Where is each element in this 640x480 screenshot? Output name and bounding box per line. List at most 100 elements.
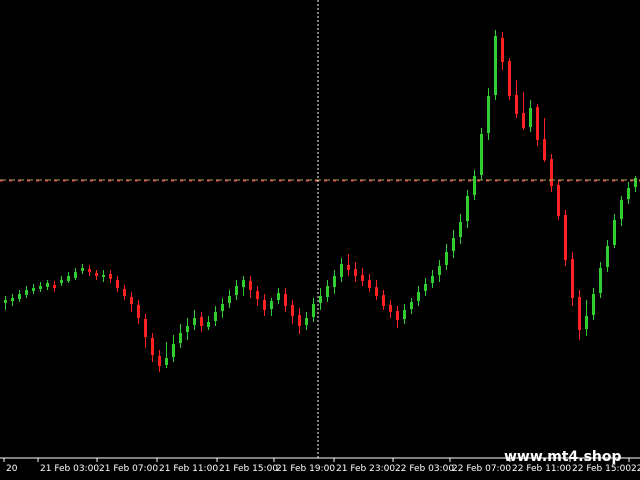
candle-body <box>557 185 560 216</box>
candle-body <box>116 280 119 288</box>
candle-body <box>312 304 315 317</box>
candle-body <box>270 301 273 309</box>
chart-background <box>0 0 640 480</box>
candle-body <box>165 358 168 365</box>
candle-body <box>18 294 21 299</box>
candle-body <box>74 272 77 278</box>
candle-body <box>11 298 14 301</box>
candle-body <box>361 275 364 281</box>
candle-body <box>193 318 196 325</box>
candle-body <box>431 276 434 283</box>
x-tick-label: 21 Feb 11:00 <box>159 464 218 474</box>
candle-body <box>340 264 343 277</box>
candle-body <box>515 95 518 114</box>
candle-body <box>81 268 84 271</box>
candle-body <box>599 268 602 293</box>
candle-body <box>564 215 567 260</box>
candle-body <box>536 107 539 140</box>
x-tick-label: 21 Feb 19:00 <box>276 464 335 474</box>
x-tick-label: 20 <box>6 464 18 474</box>
candle-body <box>333 276 336 287</box>
candle-body <box>578 297 581 330</box>
candle-body <box>60 280 63 283</box>
candle-body <box>592 294 595 315</box>
x-tick-label: 21 Feb 23:00 <box>336 464 395 474</box>
candle-body <box>326 286 329 297</box>
candle-body <box>53 285 56 288</box>
candle-body <box>67 276 70 281</box>
candle-body <box>179 333 182 343</box>
candle-body <box>158 356 161 366</box>
candle-body <box>249 281 252 290</box>
x-tick-label: 22 Feb 11:00 <box>512 464 571 474</box>
candle-body <box>39 286 42 289</box>
candle-body <box>235 286 238 295</box>
candle-body <box>606 246 609 267</box>
candle-body <box>319 296 322 303</box>
candle-body <box>438 266 441 275</box>
candle-body <box>32 288 35 291</box>
x-tick-label: 21 Feb 03:00 <box>40 464 99 474</box>
candle-body <box>550 159 553 186</box>
candle-body <box>571 259 574 298</box>
candle-body <box>109 274 112 279</box>
candle-body <box>410 302 413 309</box>
candle-body <box>130 297 133 304</box>
candle-body <box>151 338 154 355</box>
candle-body <box>277 293 280 300</box>
candle-body <box>214 312 217 321</box>
candle-body <box>263 300 266 310</box>
candle-body <box>95 273 98 276</box>
candle-body <box>25 290 28 295</box>
candle-body <box>473 176 476 195</box>
x-tick-label: 22 Feb 19:00 <box>631 464 640 474</box>
x-tick-label: 21 Feb 07:00 <box>99 464 158 474</box>
candle-body <box>487 96 490 133</box>
candle-body <box>417 292 420 301</box>
candle-body <box>494 36 497 95</box>
candle-body <box>305 318 308 325</box>
candle-body <box>459 222 462 237</box>
x-tick-label: 21 Feb 15:00 <box>219 464 278 474</box>
candle-body <box>613 220 616 245</box>
candle-body <box>102 275 105 277</box>
candle-body <box>186 326 189 332</box>
candle-body <box>291 305 294 316</box>
candle-body <box>221 304 224 311</box>
x-tick-label: 22 Feb 15:00 <box>572 464 631 474</box>
x-tick-label: 22 Feb 07:00 <box>452 464 511 474</box>
candle-body <box>256 291 259 299</box>
candle-body <box>452 238 455 251</box>
candle-body <box>200 317 203 326</box>
candle-body <box>298 315 301 326</box>
candle-body <box>347 265 350 270</box>
candle-body <box>508 61 511 96</box>
candle-body <box>634 178 637 187</box>
candle-body <box>368 280 371 288</box>
candle-body <box>123 289 126 296</box>
price-chart[interactable]: 20 21 Feb 03:00 21 Feb 07:00 21 Feb 11:00 21… <box>0 0 640 480</box>
candle-body <box>501 38 504 62</box>
candle-body <box>144 319 147 337</box>
candle-body <box>88 269 91 272</box>
watermark-text: www.mt4.shop <box>504 449 622 465</box>
candle-body <box>522 113 525 128</box>
candle-body <box>585 316 588 329</box>
candle-body <box>242 280 245 287</box>
candle-body <box>382 295 385 306</box>
candle-body <box>424 284 427 291</box>
candle-body <box>480 134 483 175</box>
candle-body <box>529 108 532 127</box>
candle-body <box>396 311 399 320</box>
candle-body <box>466 196 469 221</box>
candle-body <box>403 310 406 319</box>
candle-body <box>389 305 392 312</box>
candle-body <box>627 188 630 199</box>
candle-body <box>543 139 546 160</box>
candle-body <box>354 269 357 276</box>
candle-body <box>445 252 448 265</box>
x-tick-label: 22 Feb 03:00 <box>395 464 454 474</box>
candle-body <box>228 296 231 303</box>
candle-body <box>207 322 210 327</box>
candle-body <box>137 305 140 318</box>
